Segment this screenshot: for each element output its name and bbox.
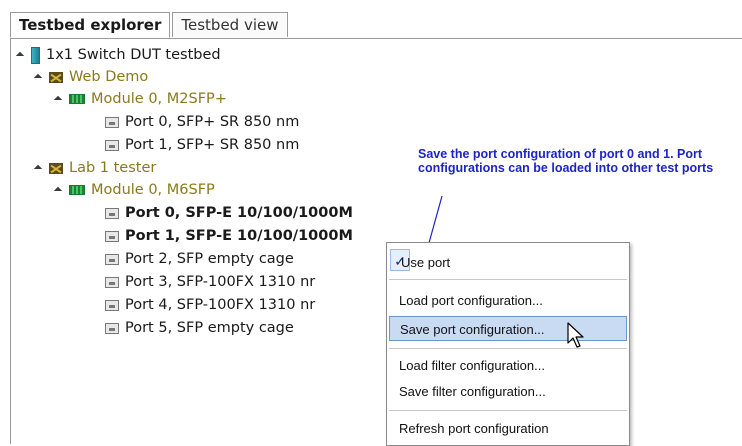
port-icon: [105, 139, 119, 151]
menu-item-refresh-port-config[interactable]: Refresh port configuration: [389, 416, 627, 441]
port-icon: [105, 276, 119, 288]
tab-bar: Testbed explorer Testbed view: [10, 12, 288, 38]
tree-node-testbed[interactable]: 1x1 Switch DUT testbed: [15, 44, 221, 66]
menu-separator: [389, 279, 627, 280]
tree-node-port[interactable]: Port 2, SFP empty cage: [105, 248, 294, 270]
chassis-icon: [49, 71, 63, 83]
port-icon: [105, 322, 119, 334]
tree-node-label: Port 1, SFP+ SR 850 nm: [125, 137, 300, 153]
chassis-icon: [49, 162, 63, 174]
tree-node-label: Module 0, M2SFP+: [91, 91, 227, 107]
port-icon: [105, 207, 119, 219]
testbed-icon: [31, 46, 40, 64]
tree-node-label: Module 0, M6SFP: [91, 182, 215, 198]
tree-node-port[interactable]: Port 0, SFP+ SR 850 nm: [105, 111, 299, 133]
port-icon: [105, 116, 119, 128]
explorer-panel: 1x1 Switch DUT testbed Web Demo Module 0…: [10, 38, 742, 444]
expand-arrow-icon[interactable]: [53, 95, 63, 105]
tree-node-label: Port 0, SFP+ SR 850 nm: [125, 114, 300, 130]
tree-node-port[interactable]: Port 1, SFP+ SR 850 nm: [105, 134, 299, 156]
menu-separator: [389, 410, 627, 411]
mouse-cursor-icon: [567, 322, 584, 348]
tree-node-module[interactable]: Module 0, M2SFP+: [53, 88, 227, 110]
tree-node-label: Lab 1 tester: [69, 160, 157, 176]
tree-node-label: Port 2, SFP empty cage: [125, 251, 294, 267]
tree-node-port[interactable]: Port 5, SFP empty cage: [105, 317, 294, 339]
context-menu: ✓ Use port Load port configuration... Sa…: [386, 242, 630, 446]
expand-arrow-icon[interactable]: [33, 73, 43, 83]
tree-node-label: 1x1 Switch DUT testbed: [46, 47, 221, 63]
tree-node-chassis[interactable]: Web Demo: [33, 66, 149, 88]
menu-item-load-port-config[interactable]: Load port configuration...: [389, 288, 627, 313]
tree-node-label: Port 5, SFP empty cage: [125, 320, 294, 336]
module-icon: [69, 185, 85, 195]
tree-node-label: Port 3, SFP-100FX 1310 nr: [125, 274, 316, 290]
tab-testbed-view[interactable]: Testbed view: [172, 12, 288, 37]
menu-item-save-filter-config[interactable]: Save filter configuration...: [389, 379, 627, 404]
expand-arrow-icon[interactable]: [33, 164, 43, 174]
tree-node-port[interactable]: Port 3, SFP-100FX 1310 nr: [105, 271, 315, 293]
tree-node-port-selected[interactable]: Port 1, SFP-E 10/100/1000M: [105, 225, 353, 247]
port-icon: [105, 253, 119, 265]
expand-arrow-icon[interactable]: [15, 51, 25, 61]
tree-node-chassis[interactable]: Lab 1 tester: [33, 157, 157, 179]
port-icon: [105, 230, 119, 242]
menu-item-load-filter-config[interactable]: Load filter configuration...: [389, 353, 627, 378]
annotation-callout: Save the port configuration of port 0 an…: [418, 147, 714, 175]
tree-node-label: Port 0, SFP-E 10/100/1000M: [125, 205, 353, 221]
menu-item-use-port[interactable]: Use port: [389, 250, 627, 275]
tree-node-port[interactable]: Port 4, SFP-100FX 1310 nr: [105, 294, 315, 316]
tree-node-module[interactable]: Module 0, M6SFP: [53, 179, 215, 201]
tree-node-port-selected[interactable]: Port 0, SFP-E 10/100/1000M: [105, 202, 353, 224]
expand-arrow-icon[interactable]: [53, 186, 63, 196]
tree-node-label: Web Demo: [69, 69, 149, 85]
tab-testbed-explorer[interactable]: Testbed explorer: [10, 12, 171, 38]
port-icon: [105, 299, 119, 311]
module-icon: [69, 94, 85, 104]
tree-node-label: Port 4, SFP-100FX 1310 nr: [125, 297, 316, 313]
menu-item-save-port-config[interactable]: Save port configuration...: [389, 316, 627, 341]
tree-node-label: Port 1, SFP-E 10/100/1000M: [125, 228, 353, 244]
menu-separator: [389, 348, 627, 349]
